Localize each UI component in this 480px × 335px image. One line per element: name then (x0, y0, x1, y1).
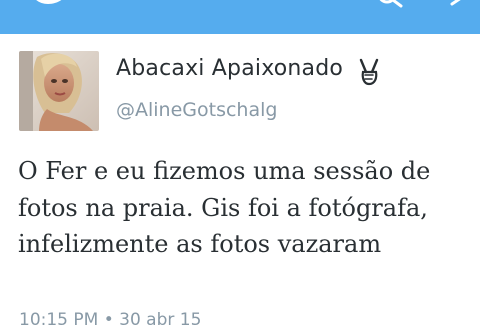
avatar[interactable] (19, 51, 99, 131)
app-header (0, 0, 480, 34)
tweet-text: O Fer e eu fizemos uma sessão de fotos n… (18, 157, 431, 258)
display-name[interactable]: Abacaxi Apaixonado (116, 56, 343, 90)
compose-icon[interactable] (450, 0, 466, 6)
user-handle[interactable]: @AlineGotschalg (116, 99, 277, 121)
twitter-bird-icon[interactable] (28, 0, 72, 6)
victory-hand-emoji (359, 58, 379, 86)
tweet-timestamp[interactable]: 10:15 PM • 30 abr 15 (19, 310, 201, 330)
search-icon[interactable] (378, 0, 404, 8)
